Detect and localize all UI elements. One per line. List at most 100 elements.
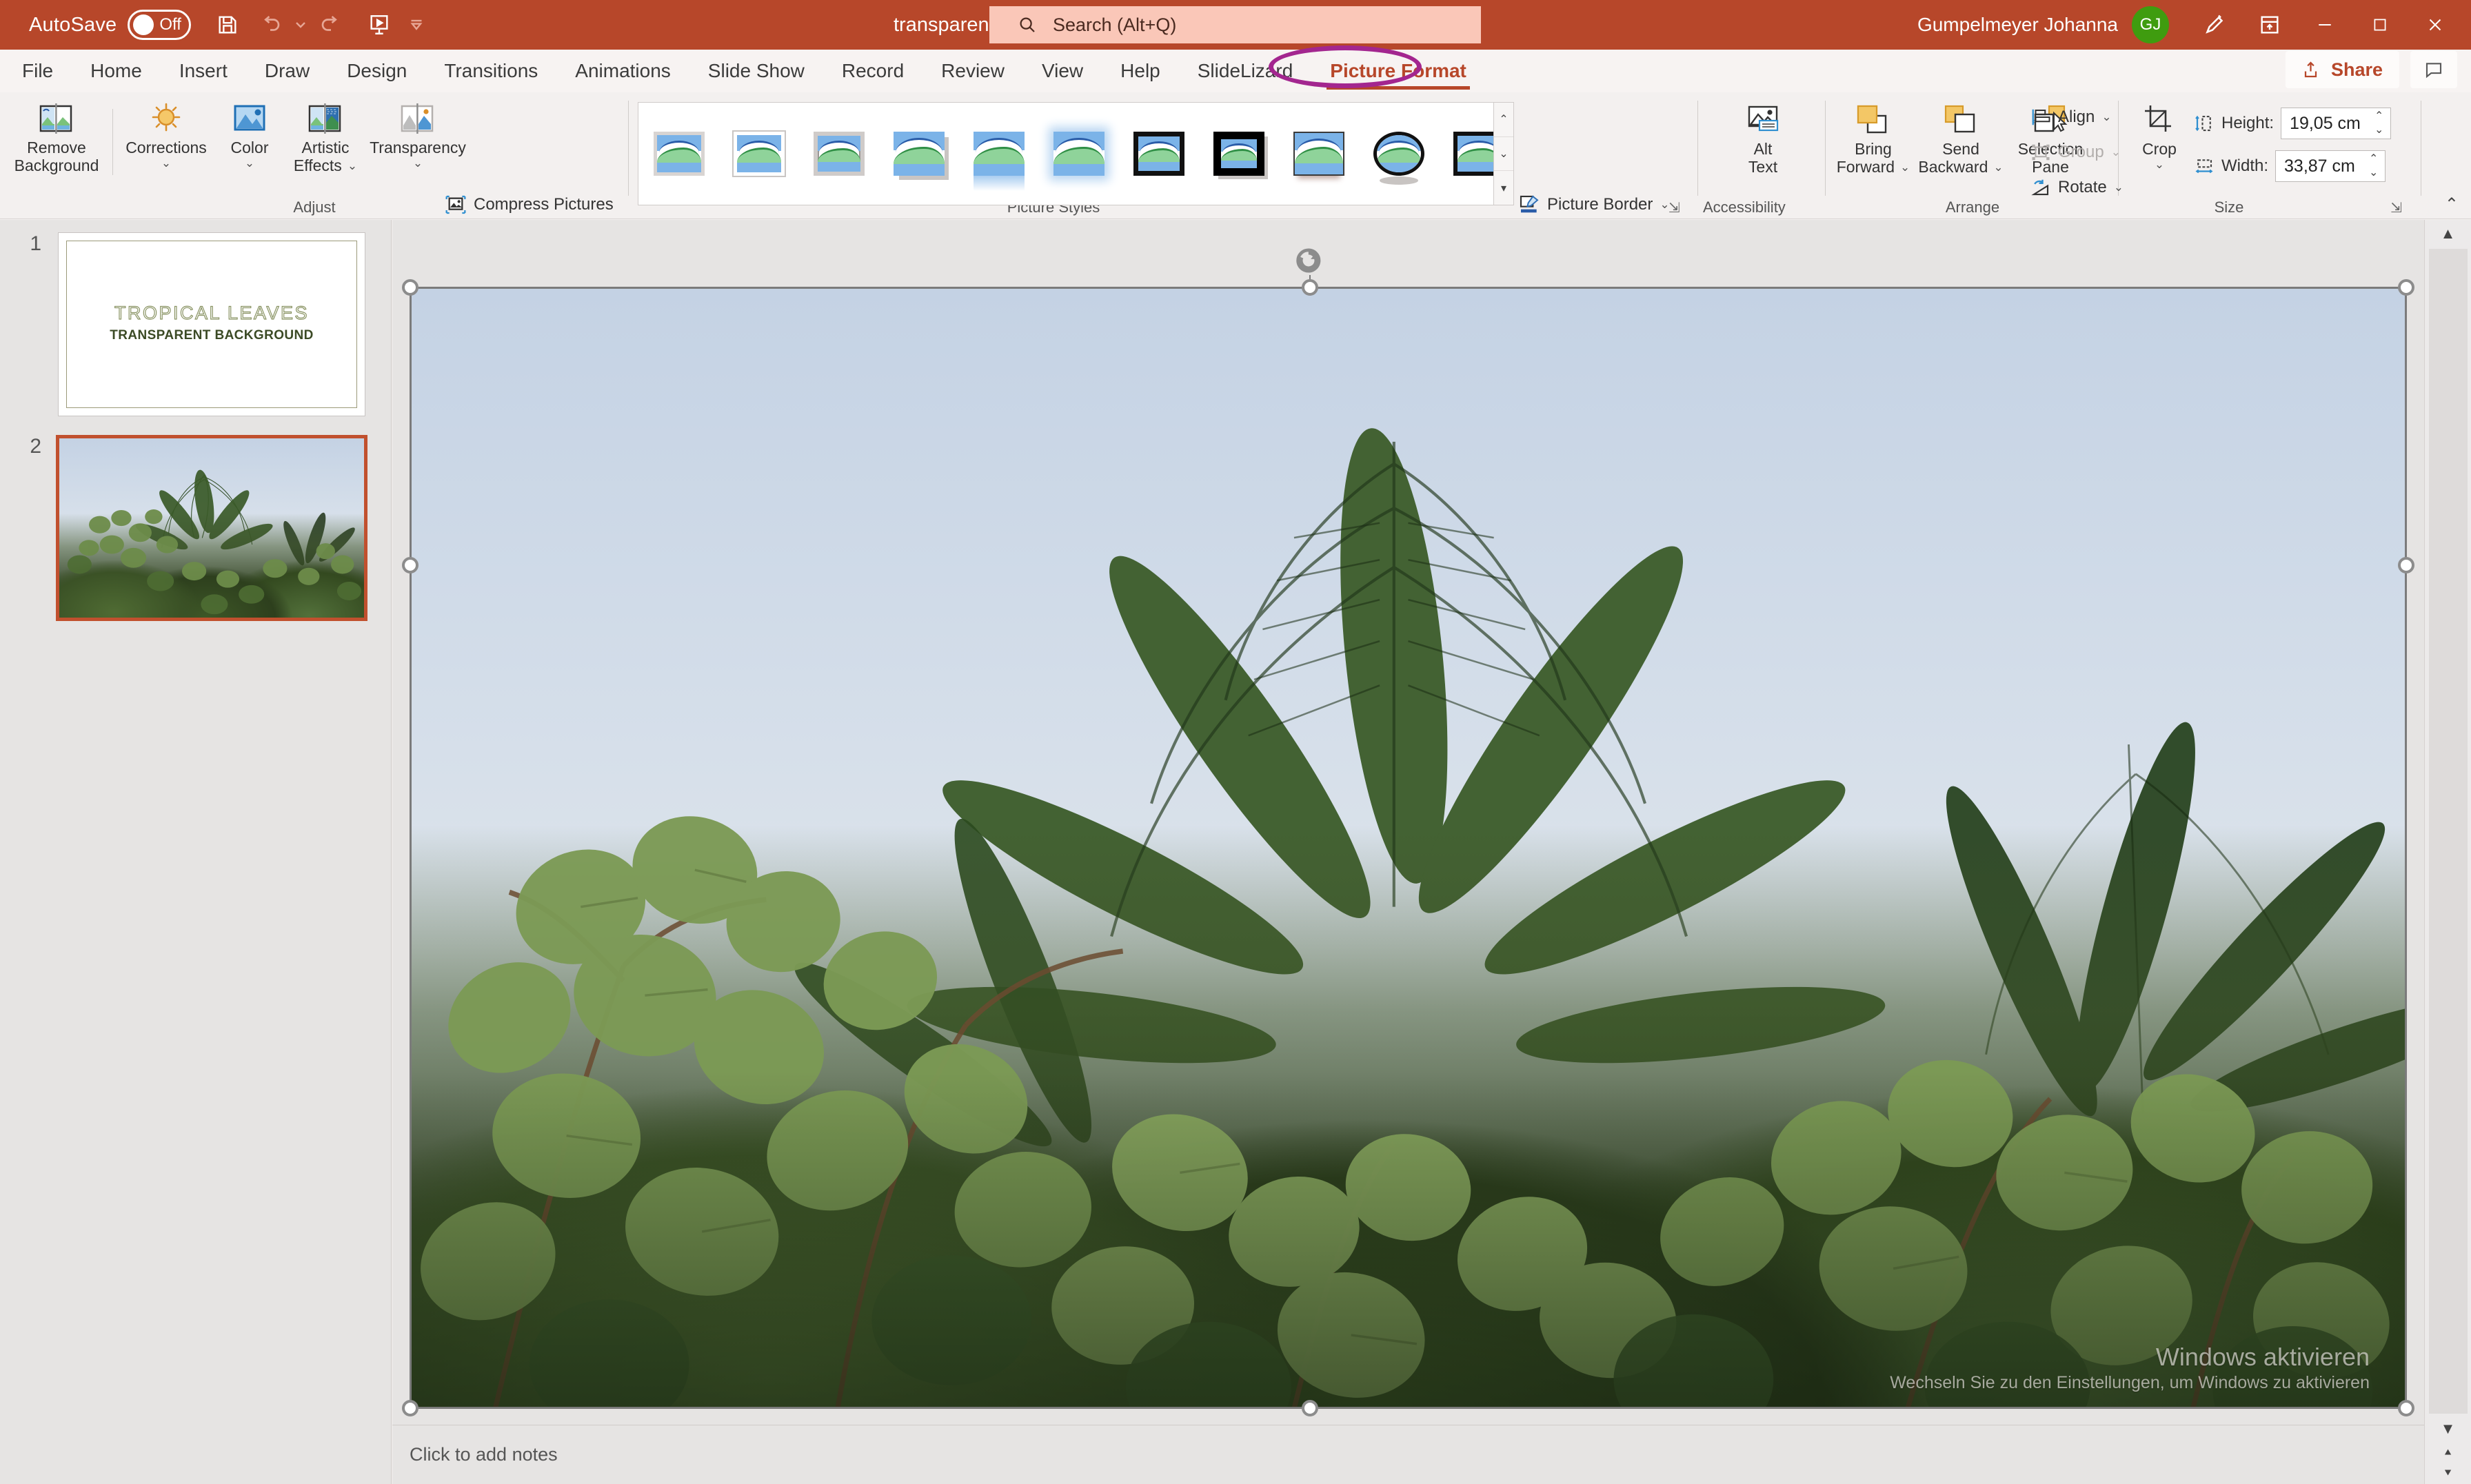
tab-picture-format[interactable]: Picture Format <box>1311 50 1485 92</box>
tab-review[interactable]: Review <box>922 50 1023 92</box>
autosave-toggle[interactable]: Off <box>128 10 192 40</box>
vertical-scrollbar[interactable]: ▲ ▼ ⯅prev ⯆next <box>2424 220 2471 1484</box>
start-presentation-icon[interactable] <box>358 3 401 46</box>
collapse-ribbon-icon[interactable]: ⌃ <box>2445 194 2459 214</box>
align-button[interactable]: Align ⌄ <box>2030 108 2112 127</box>
width-stepper-up-icon[interactable]: ⌃ <box>2369 152 2378 166</box>
picture-style-thumb[interactable] <box>1293 132 1344 176</box>
resize-handle-middle-right[interactable] <box>2398 557 2414 573</box>
tab-transitions[interactable]: Transitions <box>425 50 556 92</box>
remove-background-button[interactable]: Remove Background <box>8 102 105 175</box>
redo-icon[interactable] <box>310 3 352 46</box>
transparency-chevron-down-icon[interactable]: ⌄ <box>413 156 423 170</box>
accessibility-dialog-launcher[interactable]: ⇲ <box>1668 199 1680 216</box>
artistic-effects-chevron-down-icon[interactable]: ⌄ <box>347 159 357 173</box>
slide-thumbnail-2[interactable] <box>56 435 367 621</box>
picture-style-thumb[interactable] <box>974 132 1025 191</box>
picture-style-thumb[interactable] <box>734 132 785 176</box>
notes-pane[interactable]: Click to add notes <box>392 1425 2424 1484</box>
tab-design[interactable]: Design <box>328 50 425 92</box>
corrections-button[interactable]: Corrections ⌄ <box>124 102 208 170</box>
slide-picture[interactable]: Windows aktivieren Wechseln Sie zu den E… <box>410 287 2407 1409</box>
tab-draw[interactable]: Draw <box>246 50 328 92</box>
artistic-effects-button[interactable]: Artistic Effects ⌄ <box>284 102 367 175</box>
gallery-more-styles-icon[interactable]: ▾ <box>1494 171 1513 205</box>
rotate-button[interactable]: Rotate ⌄ <box>2030 178 2124 197</box>
bring-forward-button[interactable]: Bring Forward ⌄ <box>1833 103 1913 176</box>
gallery-scroll-down-icon[interactable]: ⌄ <box>1494 137 1513 172</box>
undo-dropdown-icon[interactable] <box>292 3 310 46</box>
resize-handle-top-left[interactable] <box>402 279 418 296</box>
resize-handle-bottom-right[interactable] <box>2398 1400 2414 1416</box>
restore-button[interactable] <box>2352 0 2408 50</box>
crop-button[interactable]: Crop ⌄ <box>2126 103 2192 172</box>
search-input[interactable]: Search (Alt+Q) <box>989 6 1481 43</box>
height-stepper-down-icon[interactable]: ⌄ <box>2374 123 2383 137</box>
resize-handle-bottom-left[interactable] <box>402 1400 418 1416</box>
scroll-up-button[interactable]: ▲ <box>2425 220 2471 247</box>
scrollbar-thumb[interactable] <box>2428 249 2468 1414</box>
width-stepper[interactable]: ⌃ ⌄ <box>2369 152 2378 180</box>
comment-icon[interactable] <box>2410 51 2457 88</box>
picture-style-thumb[interactable] <box>1053 132 1105 176</box>
corrections-chevron-down-icon[interactable]: ⌄ <box>161 156 171 170</box>
tab-help[interactable]: Help <box>1102 50 1179 92</box>
tab-home[interactable]: Home <box>72 50 161 92</box>
resize-handle-middle-left[interactable] <box>402 557 418 573</box>
save-icon[interactable] <box>206 3 249 46</box>
tab-slidelizard[interactable]: SlideLizard <box>1179 50 1312 92</box>
picture-style-thumb[interactable] <box>1373 132 1424 185</box>
picture-style-thumb[interactable] <box>814 132 865 176</box>
bring-forward-chevron-down-icon[interactable]: ⌄ <box>1900 161 1910 174</box>
height-stepper-up-icon[interactable]: ⌃ <box>2374 110 2383 123</box>
width-field-row: Width: 33,87 cm ⌃ ⌄ <box>2194 150 2386 182</box>
send-backward-chevron-down-icon[interactable]: ⌄ <box>1993 161 2003 174</box>
draw-pen-icon[interactable] <box>2187 0 2242 50</box>
tab-slide-show[interactable]: Slide Show <box>689 50 823 92</box>
size-dialog-launcher[interactable]: ⇲ <box>2390 199 2402 216</box>
resize-handle-bottom-center[interactable] <box>1302 1400 1318 1416</box>
picture-style-thumb[interactable] <box>1133 132 1184 176</box>
slide-thumbnail-pane[interactable]: 1 TROPICAL LEAVES TRANSPARENT BACKGROUND… <box>0 220 392 1484</box>
align-chevron-down-icon[interactable]: ⌄ <box>2101 110 2111 124</box>
undo-icon[interactable] <box>249 3 292 46</box>
picture-styles-scroll[interactable]: ⌃ ⌄ ▾ <box>1493 102 1514 205</box>
close-button[interactable] <box>2408 0 2463 50</box>
next-slide-button[interactable]: ⯆next <box>2425 1463 2471 1484</box>
picture-styles-gallery[interactable] <box>638 102 1512 205</box>
height-stepper[interactable]: ⌃ ⌄ <box>2374 110 2383 137</box>
tab-view[interactable]: View <box>1023 50 1102 92</box>
gallery-scroll-up-icon[interactable]: ⌃ <box>1494 103 1513 137</box>
ribbon-display-options-icon[interactable] <box>2242 0 2297 50</box>
tab-record[interactable]: Record <box>823 50 922 92</box>
picture-border-button[interactable]: Picture Border ⌄ <box>1518 194 1670 215</box>
picture-style-thumb[interactable] <box>1213 132 1264 176</box>
slide-item-1[interactable]: 1 TROPICAL LEAVES TRANSPARENT BACKGROUND <box>8 232 365 416</box>
transparency-button[interactable]: Transparency ⌄ <box>367 102 469 170</box>
crop-chevron-down-icon[interactable]: ⌄ <box>2155 158 2164 172</box>
slide-editor[interactable]: Windows aktivieren Wechseln Sie zu den E… <box>392 220 2424 1425</box>
rotate-handle[interactable] <box>1292 243 1328 282</box>
resize-handle-top-right[interactable] <box>2398 279 2414 296</box>
picture-style-thumb[interactable] <box>894 132 945 176</box>
tab-label: Picture Format <box>1330 60 1466 81</box>
previous-slide-button[interactable]: ⯅prev <box>2425 1443 2471 1463</box>
width-stepper-down-icon[interactable]: ⌄ <box>2369 166 2378 180</box>
share-button[interactable]: Share <box>2285 51 2399 88</box>
slide-item-2[interactable]: 2 <box>8 435 367 621</box>
picture-style-thumb[interactable] <box>654 132 705 176</box>
tab-animations[interactable]: Animations <box>556 50 689 92</box>
tab-insert[interactable]: Insert <box>161 50 246 92</box>
send-backward-button[interactable]: Send Backward ⌄ <box>1915 103 2007 176</box>
avatar[interactable]: GJ <box>2132 6 2169 43</box>
minimize-button[interactable] <box>2297 0 2352 50</box>
tab-file[interactable]: File <box>0 50 72 92</box>
alt-text-button[interactable]: Alt Text <box>1725 103 1801 176</box>
slide-thumbnail-1[interactable]: TROPICAL LEAVES TRANSPARENT BACKGROUND <box>58 232 365 416</box>
color-chevron-down-icon[interactable]: ⌄ <box>245 156 254 170</box>
height-value: 19,05 cm <box>2290 113 2361 133</box>
customize-qat-icon[interactable] <box>401 3 432 46</box>
scroll-down-button[interactable]: ▼ <box>2425 1415 2471 1443</box>
resize-handle-top-center[interactable] <box>1302 279 1318 296</box>
color-button[interactable]: Color ⌄ <box>215 102 284 170</box>
